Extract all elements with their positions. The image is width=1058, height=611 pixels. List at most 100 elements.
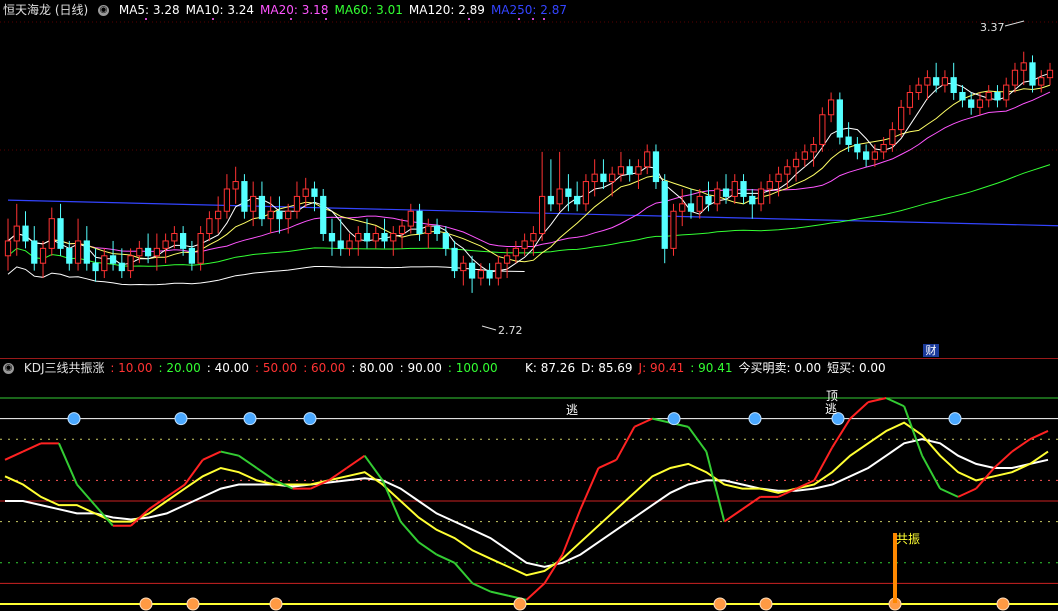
candle-body-up [1046, 69, 1054, 79]
k-line [4, 421, 1049, 577]
candle [293, 181, 301, 219]
kdj-levels: : 10.00: 20.00: 40.00: 50.00: 60.00: 80.… [110, 361, 503, 375]
candle [477, 263, 484, 286]
candle [433, 218, 441, 241]
candle [241, 174, 248, 219]
candle-body-down [862, 151, 870, 160]
candle [311, 181, 318, 212]
candle [372, 226, 379, 249]
candle-body-up [398, 225, 406, 235]
j-line-segment [76, 483, 96, 506]
finance-badge[interactable]: 财 [923, 344, 939, 357]
candle-body-down [188, 247, 196, 264]
candle [845, 122, 852, 152]
candle [792, 151, 800, 182]
j-line-segment [598, 458, 617, 469]
candle-body-down [381, 233, 388, 242]
candle [827, 92, 835, 123]
buy-ball-marker-1 [174, 412, 188, 426]
top-label: 顶 [826, 389, 838, 403]
candle-body-up [670, 210, 677, 249]
candle [215, 196, 222, 234]
candle-body-up [941, 77, 949, 86]
candle-body-up [1003, 84, 1010, 101]
kdj-collapse-icon[interactable]: ◉ [3, 363, 14, 374]
kdj-level-5: : 80.00 [351, 361, 394, 375]
candle-body-down [652, 151, 660, 183]
j-line-segment [741, 496, 761, 511]
candle-body-up [390, 233, 397, 242]
candle-body-down [144, 247, 152, 257]
candle [757, 181, 765, 212]
candle-body-up [889, 129, 896, 145]
candle-body-up [136, 247, 143, 257]
candle-body-up [495, 262, 502, 279]
buy-ball-marker-0 [67, 412, 81, 426]
candle-body-down [1029, 62, 1036, 86]
candle [530, 226, 537, 256]
low-price-arrow [481, 325, 497, 331]
candle [74, 218, 82, 271]
candle-body-down [933, 77, 940, 86]
kdj-level-4: : 60.00 [303, 361, 346, 375]
candle [109, 240, 117, 271]
kdj-level-0: : 10.00 [110, 361, 153, 375]
j-line-segment [22, 442, 42, 453]
candle-body-down [451, 247, 458, 272]
candle-body-up [582, 181, 590, 205]
candle-body-up [74, 240, 82, 264]
j-line-segment [957, 487, 977, 498]
candle-body-up [206, 218, 213, 235]
candle [924, 70, 931, 100]
candle-body-up [13, 225, 20, 242]
candle-body-up [215, 210, 222, 220]
marker-dot-3 [325, 18, 327, 20]
candle-body-up [775, 173, 782, 183]
candle [740, 174, 747, 204]
candle-body-down [854, 143, 861, 153]
candle [13, 203, 20, 256]
candle [416, 203, 423, 241]
kdj-level-7: : 100.00 [447, 361, 498, 375]
candle [1046, 62, 1054, 86]
candle [661, 174, 668, 264]
j-line-segment [687, 426, 708, 453]
j-line-segment [975, 467, 995, 490]
marker-dot-1 [212, 18, 214, 20]
candle-body-down [959, 92, 966, 101]
ma20-line [7, 91, 1051, 253]
candle-body-up [197, 233, 204, 264]
j-line-segment [436, 553, 455, 564]
sell-ball-marker-4 [713, 597, 727, 611]
candle-body-down [363, 233, 371, 242]
candle-body-up [696, 195, 703, 212]
candle [635, 159, 642, 189]
candle [582, 174, 590, 212]
candle-body-down [661, 181, 668, 249]
candle [486, 263, 493, 286]
j-line-segment [705, 451, 726, 522]
j-line-segment [363, 455, 384, 481]
candle [162, 233, 169, 264]
j-line-segment [399, 520, 420, 543]
candle-body-down [994, 92, 1001, 101]
candle [118, 248, 125, 279]
candle [57, 203, 64, 256]
candle-body-up [924, 77, 931, 86]
candle-body-up [556, 188, 563, 205]
j-line-segment [256, 467, 276, 482]
candle-body-up [223, 188, 231, 212]
candle-body-up [591, 173, 598, 183]
candle-body-down [845, 136, 852, 145]
j-line-segment [1011, 438, 1031, 453]
candle-body-up [521, 240, 528, 249]
buy-ball-marker-7 [948, 412, 962, 426]
j-line-segment [220, 450, 239, 457]
candle [889, 122, 896, 152]
candle-body-up [1011, 69, 1019, 86]
candle-body-up [293, 195, 301, 212]
j-line-segment [561, 508, 582, 555]
candle-body-up [827, 99, 835, 116]
candle-body-down [337, 240, 344, 249]
candle [468, 255, 476, 293]
